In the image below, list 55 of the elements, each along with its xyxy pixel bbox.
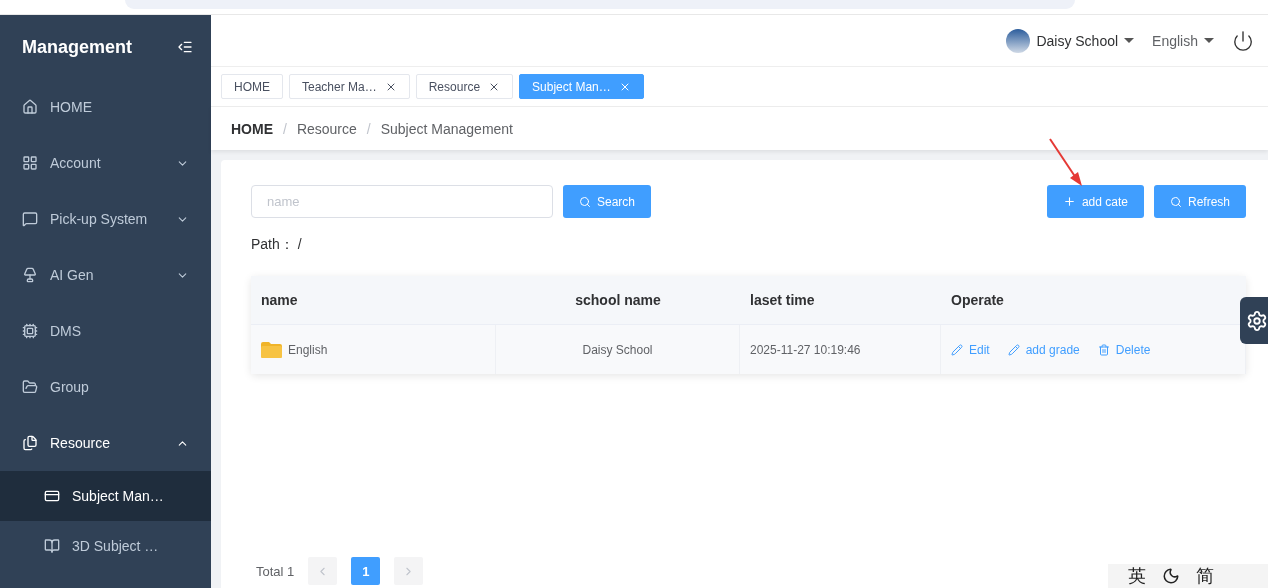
user-menu[interactable]: Daisy School [1006, 28, 1135, 53]
chat-icon [22, 211, 38, 227]
language-menu[interactable]: English [1152, 32, 1214, 49]
search-field[interactable]: name [251, 185, 553, 218]
column-header: Operate [941, 276, 1246, 325]
lamp-icon [22, 267, 38, 283]
page-tab[interactable]: HOME [221, 74, 283, 99]
search-icon [579, 195, 591, 208]
page-tab[interactable]: Teacher Ma… [289, 74, 410, 99]
home-icon [22, 99, 38, 115]
table-cell: 2025-11-27 10:19:46 [750, 342, 861, 357]
menu-item[interactable]: DMS [0, 303, 211, 359]
card-icon [44, 488, 60, 504]
caret-icon [1204, 38, 1214, 43]
submenu-item[interactable]: Subject Man… [0, 471, 211, 521]
path-text: Path： / [251, 236, 303, 254]
book-icon [44, 538, 60, 554]
menu-item[interactable]: Group [0, 359, 211, 415]
caret-icon [1124, 38, 1135, 43]
pencil-icon [951, 343, 963, 356]
avatar [1006, 28, 1031, 53]
breadcrumb-item: Subject Management [380, 120, 513, 137]
chip-icon [22, 323, 38, 339]
search-icon [1169, 195, 1182, 208]
ime-script-text[interactable]: 简 [1196, 567, 1214, 585]
column-header: name [251, 276, 496, 325]
menu-item[interactable]: Account [0, 135, 211, 191]
menu-icon[interactable] [177, 39, 193, 55]
ime-mode-text[interactable]: 英 [1128, 567, 1146, 585]
breadcrumb-separator: / [283, 120, 287, 137]
table-cell: English [288, 342, 328, 357]
moon-icon[interactable] [1162, 567, 1180, 585]
breadcrumb-item[interactable]: Resource [296, 120, 357, 137]
total-count: Total 1 [256, 563, 295, 579]
folder-icon [261, 341, 282, 358]
menu-item[interactable]: Resource [0, 415, 211, 471]
pencil-icon [1007, 343, 1020, 356]
settings-icon [1246, 309, 1268, 332]
app-title: Management [22, 36, 133, 58]
breadcrumb-item[interactable]: HOME [231, 120, 273, 137]
settings-tab[interactable] [1240, 297, 1268, 344]
folder-icon [22, 379, 38, 395]
menu-item[interactable]: HOME [0, 79, 211, 135]
document-icon [22, 435, 38, 451]
plus-icon [1062, 195, 1076, 208]
page-tab[interactable]: Resource [415, 74, 514, 99]
menu-item[interactable]: Pick-up System [0, 191, 211, 247]
grid-icon [22, 155, 38, 171]
menu-item[interactable]: AI Gen [0, 247, 211, 303]
trash-icon [1097, 343, 1110, 356]
table-cell: Daisy School [582, 342, 653, 357]
column-header: laset time [740, 276, 941, 325]
power-icon[interactable] [1232, 29, 1254, 52]
column-header: school name [496, 276, 740, 325]
breadcrumb-separator: / [366, 120, 371, 137]
